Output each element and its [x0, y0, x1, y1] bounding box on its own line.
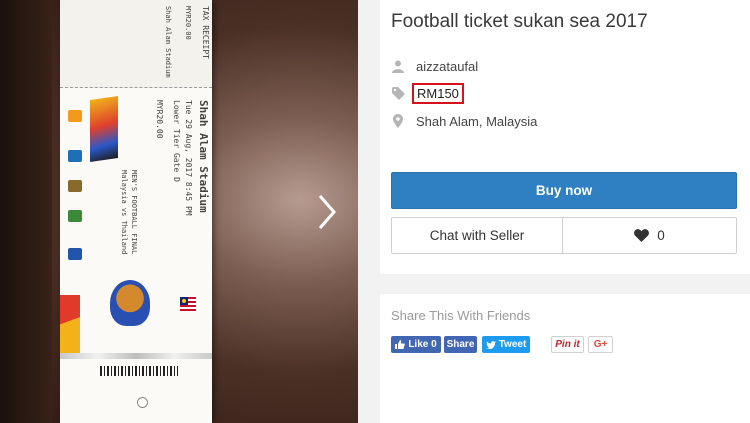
google-plus-button[interactable]: G+ — [588, 336, 613, 353]
product-photo[interactable]: TAX RECEIPT MYR20.00 Shah Alam Stadium S… — [0, 0, 358, 423]
twitter-bird-icon — [485, 340, 496, 349]
listing-title: Football ticket sukan sea 2017 — [391, 11, 648, 32]
hologram-strip — [60, 353, 212, 359]
price-highlight: RM150 — [412, 82, 464, 104]
photo-dark-edge — [0, 0, 52, 423]
like-button[interactable]: 0 — [563, 218, 736, 253]
tweet-button[interactable]: Tweet — [482, 336, 530, 353]
malaysia-flag-icon — [180, 297, 196, 311]
thumbs-up-icon — [395, 340, 406, 349]
chat-with-seller-button[interactable]: Chat with Seller — [392, 218, 563, 253]
facebook-like-label: Like 0 — [408, 339, 437, 350]
barcode — [100, 366, 178, 376]
facebook-like-button[interactable]: Like 0 — [391, 336, 441, 353]
ticket-price: MYR20.00 — [155, 100, 164, 139]
kl2017-logo — [90, 96, 118, 162]
sponsor-logo — [68, 210, 82, 222]
ticket-stub: TAX RECEIPT MYR20.00 Shah Alam Stadium — [60, 0, 212, 88]
ticket-date: Tue 29 Aug, 2017 8:45 PM — [184, 100, 193, 216]
listing-actions: Chat with Seller 0 — [391, 217, 737, 254]
carousel-dot[interactable] — [137, 397, 148, 408]
heart-icon — [634, 229, 650, 242]
ticket-image: TAX RECEIPT MYR20.00 Shah Alam Stadium S… — [60, 0, 212, 423]
mascot-image — [110, 280, 150, 326]
facebook-share-button[interactable]: Share — [444, 336, 477, 353]
ticket-stub-stadium: Shah Alam Stadium — [164, 6, 172, 78]
buy-now-button[interactable]: Buy now — [391, 172, 737, 209]
ticket-color-stripe — [60, 295, 80, 353]
map-pin-icon — [391, 114, 405, 128]
user-icon — [391, 60, 405, 73]
location-row: Shah Alam, Malaysia — [391, 111, 537, 131]
tweet-label: Tweet — [498, 339, 527, 350]
listing-location: Shah Alam, Malaysia — [416, 113, 538, 129]
seller-row: aizzataufal — [391, 56, 478, 76]
like-count: 0 — [657, 228, 665, 243]
ticket-receipt-label: TAX RECEIPT — [201, 6, 210, 59]
ticket-stub-price: MYR20.00 — [184, 6, 192, 40]
sponsor-logo — [68, 150, 82, 162]
listing-price: RM150 — [412, 82, 464, 104]
ticket-tier: Lower Tier Gate D — [172, 100, 181, 182]
tag-icon — [391, 86, 405, 100]
sponsor-logo — [68, 180, 82, 192]
seller-link[interactable]: aizzataufal — [416, 59, 478, 74]
ticket-match: Malaysia vs Thailand — [120, 170, 128, 255]
ticket-event: MEN'S FOOTBALL FINAL — [130, 170, 138, 255]
sponsor-logo — [68, 110, 82, 122]
listing-details-card: Football ticket sukan sea 2017 aizzatauf… — [380, 0, 750, 274]
share-card: Share This With Friends Like 0 Share Twe… — [380, 294, 750, 423]
sponsor-logo — [68, 248, 82, 260]
chevron-right-icon[interactable] — [310, 192, 342, 232]
price-row: RM150 — [391, 82, 464, 104]
share-heading: Share This With Friends — [391, 308, 531, 323]
pinterest-button[interactable]: Pin it — [551, 336, 584, 353]
ticket-stadium: Shah Alam Stadium — [197, 100, 210, 213]
